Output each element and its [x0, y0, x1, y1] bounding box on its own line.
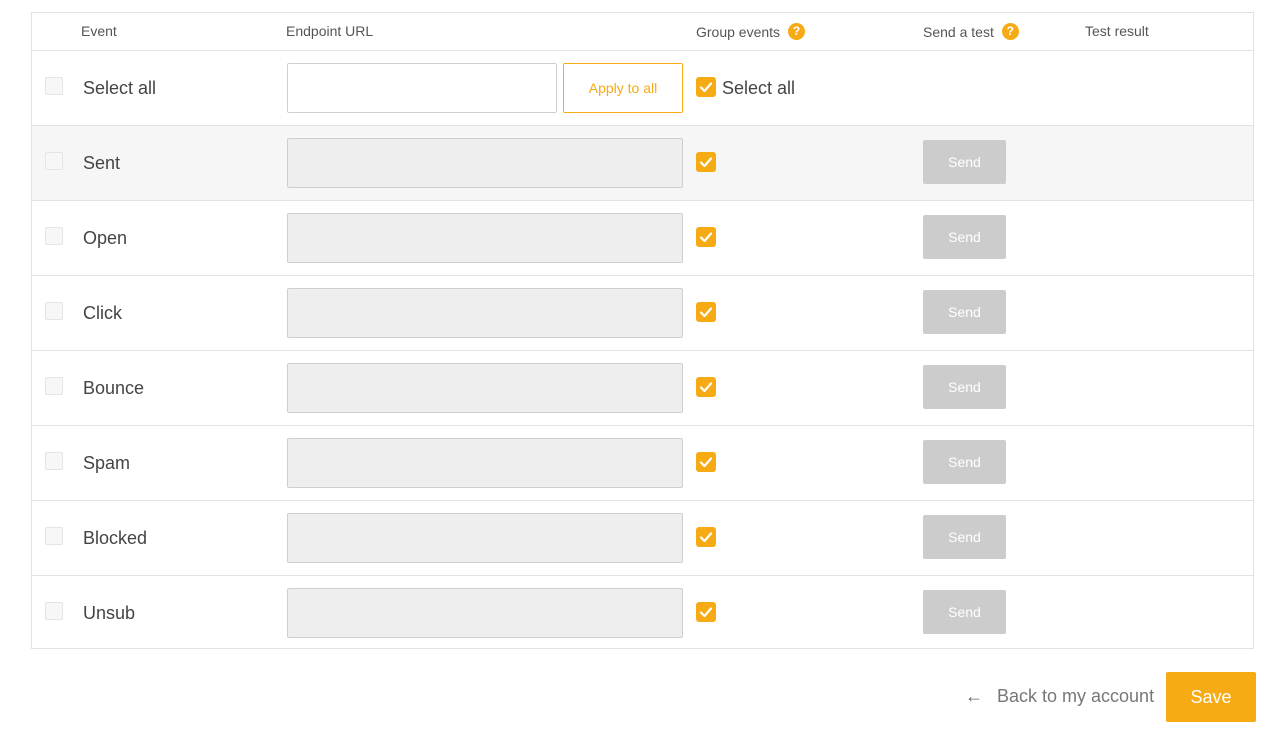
check-icon: [699, 532, 713, 543]
check-icon: [699, 457, 713, 468]
event-label: Click: [83, 303, 122, 323]
table-row: Click Send: [32, 276, 1253, 351]
table-row: Open Send: [32, 201, 1253, 276]
table-header: Event Endpoint URL Group events ? Send a…: [32, 13, 1253, 51]
help-icon[interactable]: ?: [788, 23, 806, 40]
group-events-checkbox[interactable]: [696, 377, 716, 397]
header-group-events-label: Group events: [696, 23, 781, 40]
select-all-label: Select all: [83, 78, 157, 98]
row-checkbox[interactable]: [45, 302, 63, 320]
check-icon: [699, 607, 713, 618]
select-all-checkbox[interactable]: [45, 77, 63, 95]
group-events-checkbox[interactable]: [696, 152, 716, 172]
table-row: Spam Send: [32, 426, 1253, 501]
event-label: Bounce: [83, 378, 145, 398]
send-test-button[interactable]: Send: [923, 290, 1006, 334]
table-row: Blocked Send: [32, 501, 1253, 576]
endpoint-url-input[interactable]: [287, 213, 683, 263]
back-to-account-label: Back to my account: [997, 686, 1155, 706]
header-test-result: Test result: [1085, 23, 1149, 39]
select-all-row: Select all Apply to all Select all: [32, 51, 1253, 126]
event-label: Unsub: [83, 603, 136, 623]
apply-to-all-button[interactable]: Apply to all: [563, 63, 683, 113]
send-test-button[interactable]: Send: [923, 140, 1006, 184]
check-icon: [699, 307, 713, 318]
endpoint-url-input[interactable]: [287, 438, 683, 488]
row-checkbox[interactable]: [45, 452, 63, 470]
group-events-checkbox[interactable]: [696, 602, 716, 622]
webhook-events-table: Event Endpoint URL Group events ? Send a…: [31, 12, 1254, 649]
row-checkbox[interactable]: [45, 152, 63, 170]
check-icon: [699, 232, 713, 243]
group-select-all-checkbox[interactable]: [696, 77, 716, 97]
header-endpoint-url: Endpoint URL: [286, 23, 374, 39]
row-checkbox[interactable]: [45, 602, 63, 620]
endpoint-url-input[interactable]: [287, 513, 683, 563]
header-send-test-label: Send a test: [923, 23, 994, 40]
row-checkbox[interactable]: [45, 227, 63, 245]
table-row: Bounce Send: [32, 351, 1253, 426]
header-send-test: Send a test ?: [923, 23, 1019, 40]
event-label: Open: [83, 228, 128, 248]
event-label: Sent: [83, 153, 121, 173]
endpoint-url-input[interactable]: [287, 288, 683, 338]
check-icon: [699, 82, 713, 93]
group-select-all-label: Select all: [722, 78, 796, 98]
event-label: Spam: [83, 453, 131, 473]
table-row: Unsub Send: [32, 576, 1253, 651]
send-test-button[interactable]: Send: [923, 365, 1006, 409]
back-to-account-link[interactable]: ← Back to my account: [965, 686, 1154, 707]
group-events-checkbox[interactable]: [696, 227, 716, 247]
event-label: Blocked: [83, 528, 148, 548]
endpoint-url-input[interactable]: [287, 363, 683, 413]
apply-all-url-input[interactable]: [287, 63, 557, 113]
header-group-events: Group events ?: [696, 23, 806, 40]
check-icon: [699, 382, 713, 393]
table-row: Sent Send: [32, 126, 1253, 201]
endpoint-url-input[interactable]: [287, 138, 683, 188]
header-event: Event: [81, 23, 117, 39]
save-button[interactable]: Save: [1166, 672, 1256, 722]
check-icon: [699, 157, 713, 168]
group-events-checkbox[interactable]: [696, 452, 716, 472]
endpoint-url-input[interactable]: [287, 588, 683, 638]
group-events-checkbox[interactable]: [696, 302, 716, 322]
send-test-button[interactable]: Send: [923, 215, 1006, 259]
group-events-checkbox[interactable]: [696, 527, 716, 547]
send-test-button[interactable]: Send: [923, 590, 1006, 634]
help-icon[interactable]: ?: [1001, 23, 1019, 40]
row-checkbox[interactable]: [45, 377, 63, 395]
send-test-button[interactable]: Send: [923, 515, 1006, 559]
row-checkbox[interactable]: [45, 527, 63, 545]
arrow-left-icon: ←: [965, 686, 983, 706]
send-test-button[interactable]: Send: [923, 440, 1006, 484]
